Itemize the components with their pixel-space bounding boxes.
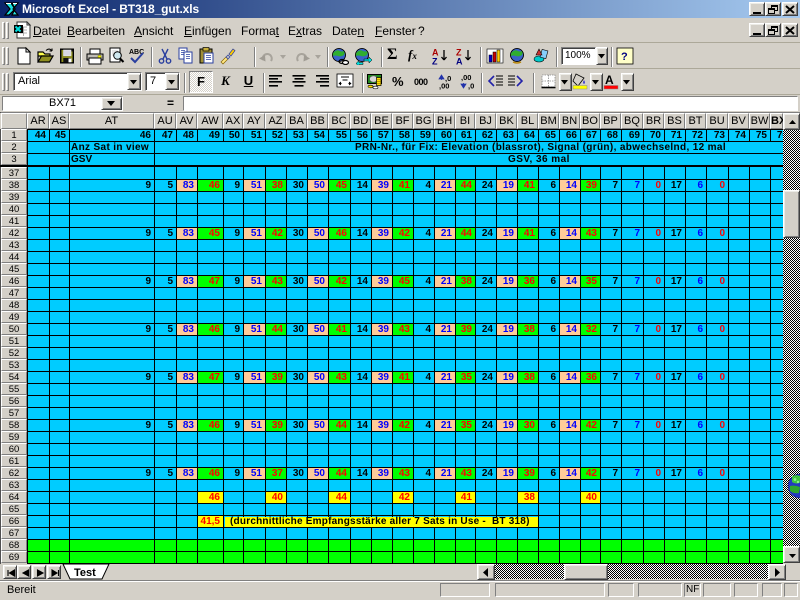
svg-text:A: A <box>456 57 463 66</box>
svg-text:,0: ,0 <box>468 82 474 91</box>
svg-text:Test: Test <box>74 567 96 579</box>
svg-text:,00: ,00 <box>439 82 449 91</box>
svg-text:Z: Z <box>432 57 438 66</box>
svg-text:A: A <box>605 73 614 87</box>
svg-text:?: ? <box>621 51 628 63</box>
